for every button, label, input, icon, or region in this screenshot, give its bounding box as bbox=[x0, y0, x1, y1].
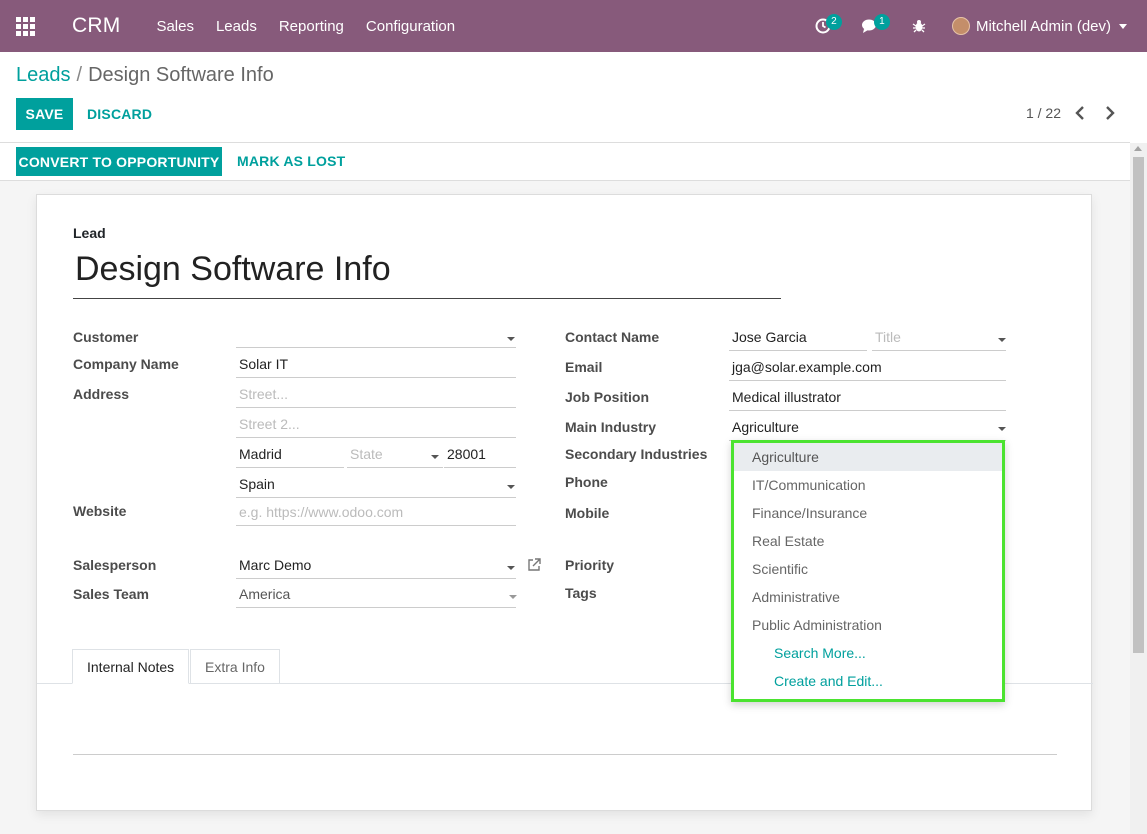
activity-count-badge: 2 bbox=[825, 14, 842, 30]
search-more-link[interactable]: Search More... bbox=[734, 639, 1002, 667]
salesperson-field[interactable]: Marc Demo bbox=[236, 551, 516, 579]
scrollbar-thumb[interactable] bbox=[1133, 157, 1144, 653]
dropdown-option-public-administration[interactable]: Public Administration bbox=[734, 611, 1002, 639]
email-label: Email bbox=[565, 359, 603, 375]
dropdown-option-scientific[interactable]: Scientific bbox=[734, 555, 1002, 583]
main-industry-field[interactable]: Agriculture bbox=[729, 413, 1006, 441]
customer-label: Customer bbox=[73, 329, 139, 345]
secondary-industries-label: Secondary Industries bbox=[565, 446, 708, 462]
website-field[interactable]: e.g. https://www.odoo.com bbox=[236, 498, 516, 526]
zip-field[interactable]: 28001 bbox=[444, 440, 516, 468]
sales-team-label: Sales Team bbox=[73, 586, 150, 602]
menu-reporting[interactable]: Reporting bbox=[279, 18, 344, 35]
job-position-field[interactable]: Medical illustrator bbox=[729, 383, 1006, 411]
divider bbox=[0, 142, 1130, 143]
chevron-down-icon[interactable] bbox=[431, 455, 439, 459]
chevron-down-icon[interactable] bbox=[507, 485, 515, 489]
discard-button[interactable]: DISCARD bbox=[87, 106, 152, 122]
dropdown-option-it-communication[interactable]: IT/Communication bbox=[734, 471, 1002, 499]
record-type-label: Lead bbox=[73, 225, 106, 241]
message-count-badge: 1 bbox=[873, 14, 890, 30]
app-brand[interactable]: CRM bbox=[72, 14, 120, 38]
chevron-down-icon[interactable] bbox=[509, 595, 517, 599]
debug-button[interactable] bbox=[904, 0, 934, 52]
chevron-left-icon[interactable] bbox=[1071, 104, 1089, 122]
priority-label: Priority bbox=[565, 557, 615, 573]
scroll-up-arrow-icon[interactable] bbox=[1134, 146, 1142, 151]
chevron-down-icon[interactable] bbox=[507, 337, 515, 341]
street2-field[interactable]: Street 2... bbox=[236, 410, 516, 438]
job-position-label: Job Position bbox=[565, 389, 649, 405]
customer-field[interactable] bbox=[236, 320, 516, 348]
lead-title-input[interactable]: Design Software Info bbox=[73, 247, 781, 299]
city-field[interactable]: Madrid bbox=[236, 440, 344, 468]
dropdown-option-agriculture[interactable]: Agriculture bbox=[734, 443, 1002, 471]
chevron-down-icon bbox=[1119, 23, 1127, 29]
user-menu[interactable]: Mitchell Admin (dev) bbox=[951, 17, 1127, 35]
apps-grid-icon bbox=[15, 16, 35, 36]
menu-configuration[interactable]: Configuration bbox=[366, 18, 455, 35]
tab-internal-notes[interactable]: Internal Notes bbox=[72, 649, 190, 684]
convert-to-opportunity-button[interactable]: CONVERT TO OPPORTUNITY bbox=[16, 147, 222, 176]
breadcrumb-separator: / bbox=[76, 64, 83, 86]
salesperson-label: Salesperson bbox=[73, 557, 157, 573]
dropdown-option-administrative[interactable]: Administrative bbox=[734, 583, 1002, 611]
pager-value[interactable]: 1 / 22 bbox=[1026, 105, 1061, 121]
industry-autocomplete-dropdown: Agriculture IT/Communication Finance/Ins… bbox=[731, 440, 1005, 702]
main-industry-label: Main Industry bbox=[565, 419, 657, 435]
dropdown-option-real-estate[interactable]: Real Estate bbox=[734, 527, 1002, 555]
menu-leads[interactable]: Leads bbox=[216, 18, 257, 35]
scrollbar[interactable] bbox=[1130, 143, 1147, 834]
tags-label: Tags bbox=[565, 585, 597, 601]
phone-label: Phone bbox=[565, 474, 608, 490]
email-field[interactable]: jga@solar.example.com bbox=[729, 353, 1006, 381]
internal-notes-field[interactable] bbox=[73, 754, 1057, 755]
user-name: Mitchell Admin (dev) bbox=[975, 17, 1111, 35]
breadcrumb: Leads / Design Software Info bbox=[16, 64, 274, 87]
chevron-right-icon[interactable] bbox=[1101, 104, 1119, 122]
state-field[interactable]: State bbox=[347, 440, 443, 468]
country-field[interactable]: Spain bbox=[236, 470, 516, 498]
street-field[interactable]: Street... bbox=[236, 380, 516, 408]
activity-button[interactable]: 2 bbox=[808, 0, 842, 52]
apps-menu-button[interactable] bbox=[0, 0, 50, 52]
company-name-field[interactable]: Solar IT bbox=[236, 350, 516, 378]
contact-name-field[interactable]: Jose Garcia bbox=[729, 323, 867, 351]
contact-name-label: Contact Name bbox=[565, 329, 660, 345]
breadcrumb-leads-link[interactable]: Leads bbox=[16, 64, 71, 86]
tab-extra-info[interactable]: Extra Info bbox=[190, 649, 280, 684]
menu-sales[interactable]: Sales bbox=[156, 18, 194, 35]
external-link-icon[interactable] bbox=[527, 558, 541, 572]
chevron-down-icon[interactable] bbox=[507, 566, 515, 570]
breadcrumb-current: Design Software Info bbox=[88, 64, 274, 86]
mark-as-lost-button[interactable]: MARK AS LOST bbox=[237, 153, 345, 169]
website-label: Website bbox=[73, 503, 127, 519]
chevron-down-icon[interactable] bbox=[998, 427, 1006, 431]
mobile-label: Mobile bbox=[565, 505, 610, 521]
chevron-down-icon[interactable] bbox=[998, 338, 1006, 342]
user-avatar bbox=[951, 17, 970, 35]
bug-icon bbox=[912, 20, 926, 33]
address-label: Address bbox=[73, 386, 130, 402]
sales-team-field[interactable]: America bbox=[236, 580, 516, 608]
dropdown-option-finance-insurance[interactable]: Finance/Insurance bbox=[734, 499, 1002, 527]
title-field[interactable]: Title bbox=[872, 323, 1006, 351]
create-and-edit-link[interactable]: Create and Edit... bbox=[734, 667, 1002, 695]
save-button[interactable]: SAVE bbox=[16, 98, 73, 130]
messaging-button[interactable]: 1 bbox=[856, 0, 890, 52]
top-navbar: CRM Sales Leads Reporting Configuration … bbox=[0, 0, 1147, 52]
company-name-label: Company Name bbox=[73, 356, 179, 372]
